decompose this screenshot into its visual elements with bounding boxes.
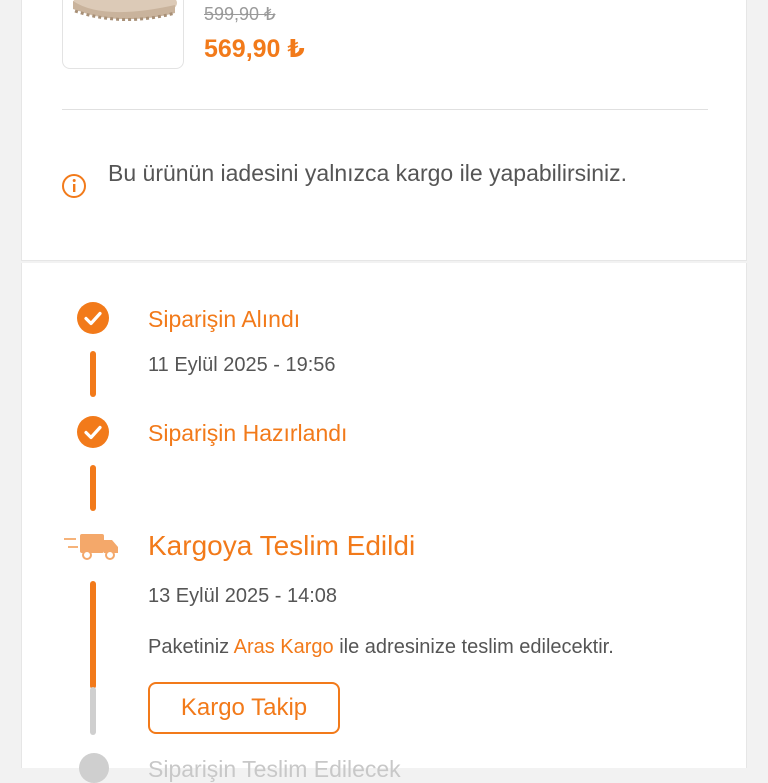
- info-icon: [62, 174, 86, 198]
- pending-circle-icon: [79, 753, 109, 783]
- delivery-truck-icon: [64, 534, 118, 560]
- delivery-note-prefix: Paketiniz: [148, 636, 234, 658]
- step-title-to-be-delivered: Siparişin Teslim Edilecek: [148, 756, 401, 782]
- carrier-link[interactable]: Aras Kargo: [234, 636, 334, 658]
- timeline-connector: [90, 351, 96, 397]
- step-title-order-received: Siparişin Alındı: [148, 306, 301, 332]
- step-title-handed-to-carrier: Kargoya Teslim Edildi: [148, 530, 416, 561]
- timeline-connector-pending: [90, 687, 96, 735]
- timeline-connector: [90, 465, 96, 511]
- step-date-order-received: 11 Eylül 2025 - 19:56: [148, 354, 336, 376]
- product-thumbnail[interactable]: [62, 0, 184, 69]
- step-date-handed-to-carrier: 13 Eylül 2025 - 14:08: [148, 585, 338, 607]
- product-card: 599,90 ₺ 569,90 ₺ Bu ürünün iadesini yal…: [21, 0, 747, 261]
- check-circle-icon: [77, 302, 109, 334]
- track-shipment-button[interactable]: Kargo Takip: [148, 682, 340, 734]
- return-notice-text: Bu ürünün iadesini yalnızca kargo ile ya…: [108, 160, 628, 186]
- original-price: 599,90 ₺: [204, 4, 276, 24]
- delivery-note: Paketiniz Aras Kargo ile adresinize tesl…: [148, 636, 614, 659]
- timeline-connector-active: [90, 581, 96, 689]
- step-title-order-prepared: Siparişin Hazırlandı: [148, 420, 348, 446]
- delivery-note-suffix: ile adresinize teslim edilecektir.: [333, 636, 614, 658]
- check-circle-icon: [77, 416, 109, 448]
- discounted-price: 569,90 ₺: [204, 35, 305, 63]
- order-timeline: Siparişin Alındı 11 Eylül 2025 - 19:56 S…: [21, 263, 747, 783]
- divider: [62, 109, 708, 110]
